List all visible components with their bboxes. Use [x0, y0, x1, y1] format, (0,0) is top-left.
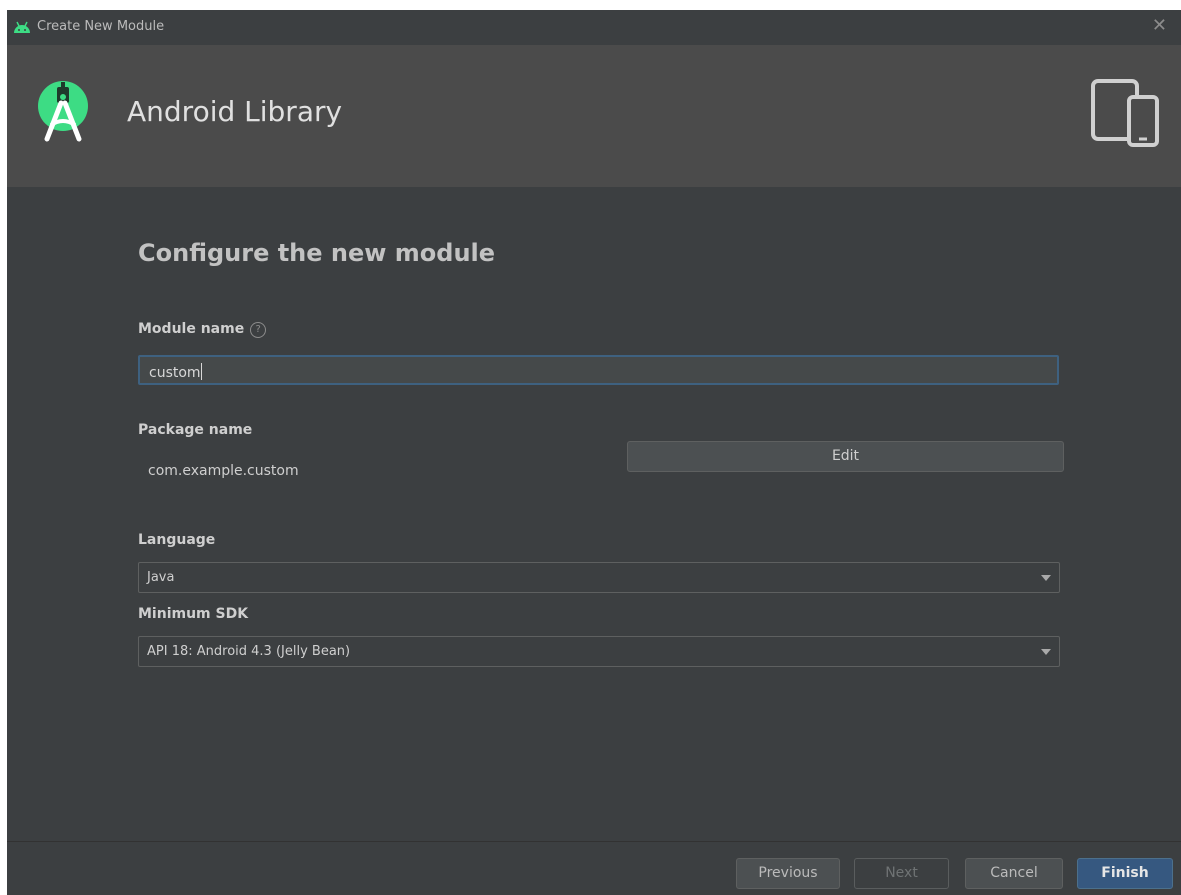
- module-name-value: custom: [149, 365, 201, 381]
- chevron-down-icon: [1041, 649, 1051, 655]
- language-selected: Java: [147, 570, 175, 585]
- minimum-sdk-select[interactable]: API 18: Android 4.3 (Jelly Bean): [138, 636, 1060, 667]
- language-label: Language: [138, 532, 216, 548]
- window-title: Create New Module: [37, 19, 165, 34]
- devices-icon: [1091, 79, 1159, 147]
- next-button[interactable]: Next: [854, 858, 949, 889]
- dialog-footer: Previous Next Cancel Finish: [7, 841, 1181, 895]
- module-name-input[interactable]: custom: [138, 355, 1059, 385]
- wizard-header: Android Library: [7, 45, 1181, 187]
- package-name-label: Package name: [138, 422, 253, 438]
- edit-package-button[interactable]: Edit: [627, 441, 1064, 472]
- form-panel: Configure the new module Module name? cu…: [7, 187, 1181, 841]
- package-name-value: com.example.custom: [148, 463, 299, 479]
- text-caret: [200, 363, 202, 380]
- minimum-sdk-label: Minimum SDK: [138, 606, 249, 622]
- previous-button[interactable]: Previous: [736, 858, 840, 889]
- cancel-button[interactable]: Cancel: [965, 858, 1063, 889]
- finish-button[interactable]: Finish: [1077, 858, 1173, 889]
- module-name-label-text: Module name: [138, 321, 245, 337]
- wizard-title: Android Library: [127, 95, 343, 128]
- close-icon[interactable]: ✕: [1152, 15, 1167, 36]
- module-name-label: Module name?: [138, 321, 267, 338]
- android-icon: [14, 21, 30, 33]
- create-module-dialog: Create New Module ✕ Android Library Conf…: [7, 10, 1181, 895]
- chevron-down-icon: [1041, 575, 1051, 581]
- page-heading: Configure the new module: [138, 239, 496, 267]
- help-icon[interactable]: ?: [250, 322, 267, 338]
- language-select[interactable]: Java: [138, 562, 1060, 593]
- android-studio-logo: [38, 81, 88, 142]
- minimum-sdk-selected: API 18: Android 4.3 (Jelly Bean): [147, 644, 351, 659]
- title-bar: Create New Module ✕: [7, 10, 1181, 45]
